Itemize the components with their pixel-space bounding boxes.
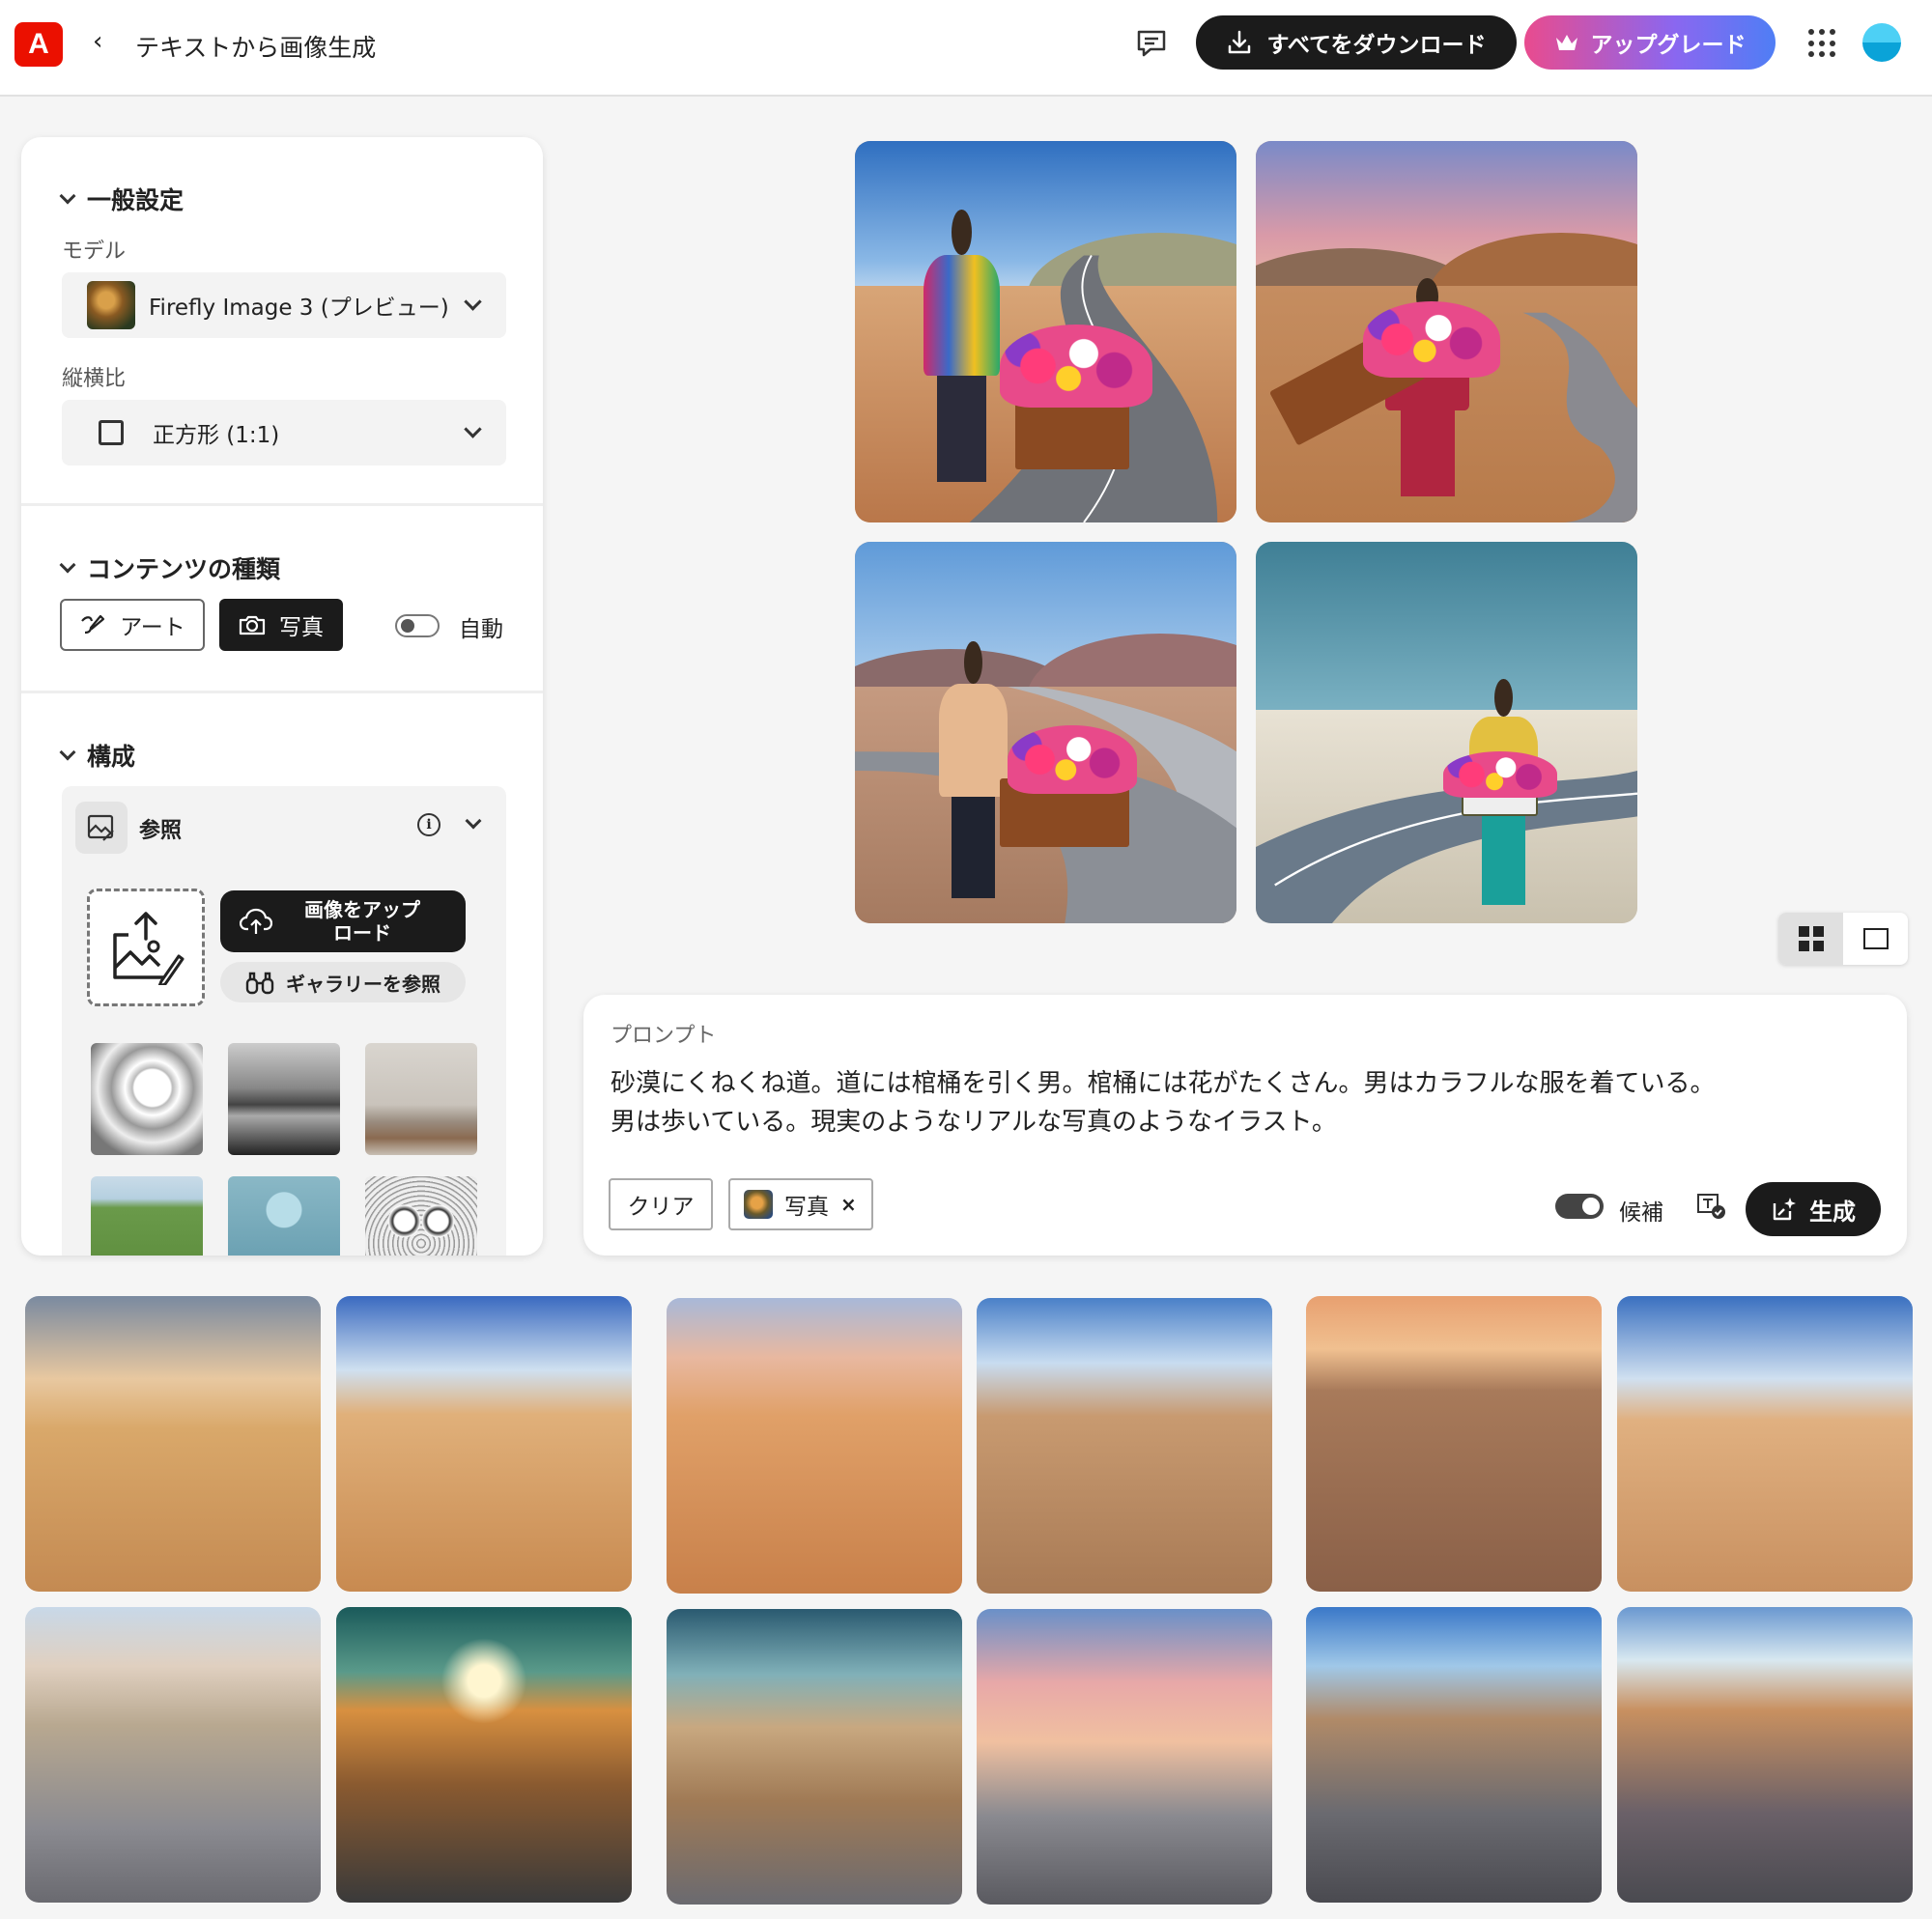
history-image-8[interactable] bbox=[336, 1607, 632, 1903]
feedback-chat-icon[interactable] bbox=[1135, 27, 1168, 60]
style-thumbnail bbox=[744, 1190, 773, 1219]
reference-thumbnail-living-room[interactable] bbox=[365, 1043, 477, 1155]
prompt-text[interactable]: 砂漠にくねくね道。道には棺桶を引く男。棺桶には花がたくさん。男はカラフルな服を着… bbox=[611, 1064, 1866, 1142]
image-upload-icon bbox=[113, 912, 185, 985]
adobe-logo-icon[interactable]: A bbox=[14, 22, 63, 67]
reference-image-icon bbox=[75, 802, 128, 854]
result-image-2[interactable] bbox=[1256, 141, 1637, 522]
grid-view-button[interactable] bbox=[1778, 913, 1843, 965]
chevron-down-icon bbox=[464, 293, 482, 311]
chevron-down-icon bbox=[59, 556, 76, 574]
auto-toggle[interactable] bbox=[395, 614, 440, 637]
aspect-ratio-value: 正方形 (1:1) bbox=[153, 423, 280, 448]
upgrade-button[interactable]: アップグレード bbox=[1524, 15, 1776, 70]
close-icon[interactable]: × bbox=[840, 1193, 857, 1216]
chevron-down-icon[interactable] bbox=[465, 812, 482, 830]
history-image-11[interactable] bbox=[1306, 1607, 1602, 1903]
page-title: テキストから画像生成 bbox=[135, 34, 377, 62]
general-settings-title: 一般設定 bbox=[87, 186, 185, 214]
photo-chip-label: 写真 bbox=[784, 1195, 829, 1220]
photo-style-chip[interactable]: 写真 × bbox=[728, 1178, 873, 1230]
history-image-6[interactable] bbox=[1617, 1296, 1913, 1592]
photo-button[interactable]: 写真 bbox=[219, 599, 343, 651]
avatar[interactable] bbox=[1862, 23, 1901, 62]
single-view-button[interactable] bbox=[1843, 913, 1908, 965]
brush-icon bbox=[81, 614, 105, 635]
model-select[interactable]: Firefly Image 3 (プレビュー) bbox=[62, 272, 506, 338]
model-label: モデル bbox=[62, 240, 127, 264]
history-image-2[interactable] bbox=[336, 1296, 632, 1592]
result-image-4[interactable] bbox=[1256, 542, 1637, 923]
result-image-1[interactable] bbox=[855, 141, 1236, 522]
upload-label: 画像をアップ ロード bbox=[304, 898, 420, 945]
result-image-3[interactable] bbox=[855, 542, 1236, 923]
history-image-4[interactable] bbox=[977, 1298, 1272, 1594]
art-button[interactable]: アート bbox=[60, 599, 205, 651]
cloud-upload-icon bbox=[240, 908, 272, 934]
aspect-ratio-select[interactable]: 正方形 (1:1) bbox=[62, 400, 506, 466]
download-all-button[interactable]: すべてをダウンロード bbox=[1196, 15, 1517, 70]
image-drop-zone[interactable] bbox=[87, 889, 205, 1006]
view-mode-toggle bbox=[1778, 913, 1908, 965]
upgrade-label: アップグレード bbox=[1590, 33, 1747, 58]
general-settings-section: 一般設定 モデル Firefly Image 3 (プレビュー) 縦横比 正方形… bbox=[21, 137, 543, 506]
download-icon bbox=[1229, 30, 1251, 54]
reference-thumbnail-owl-sketch[interactable] bbox=[365, 1176, 477, 1256]
history-image-7[interactable] bbox=[25, 1607, 321, 1903]
top-bar: A ‹ テキストから画像生成 すべてをダウンロード アップグレード bbox=[0, 0, 1932, 97]
candidates-label: 候補 bbox=[1619, 1200, 1663, 1226]
prompt-label: プロンプト bbox=[611, 1024, 717, 1048]
art-label: アート bbox=[120, 615, 185, 640]
reference-thumbnail-field-road[interactable] bbox=[91, 1176, 203, 1256]
text-check-icon[interactable] bbox=[1696, 1192, 1727, 1221]
reference-thumbnail-3d-sphere[interactable] bbox=[228, 1176, 340, 1256]
history-image-3[interactable] bbox=[667, 1298, 962, 1594]
history-image-9[interactable] bbox=[667, 1609, 962, 1905]
grid-icon bbox=[1798, 926, 1824, 951]
generate-sparkle-icon bbox=[1773, 1198, 1796, 1221]
composition-title: 構成 bbox=[87, 743, 136, 771]
chevron-down-icon bbox=[59, 187, 76, 205]
content-type-header[interactable]: コンテンツの種類 bbox=[59, 550, 281, 585]
browse-gallery-label: ギャラリーを参照 bbox=[286, 972, 440, 996]
general-settings-header[interactable]: 一般設定 bbox=[59, 182, 185, 216]
single-image-icon bbox=[1862, 928, 1889, 949]
reference-thumbnail-misty-lake[interactable] bbox=[228, 1043, 340, 1155]
history-image-10[interactable] bbox=[977, 1609, 1272, 1905]
content-type-title: コンテンツの種類 bbox=[87, 555, 281, 583]
aspect-ratio-label: 縦横比 bbox=[62, 367, 127, 391]
model-thumbnail bbox=[87, 281, 135, 329]
prompt-box: プロンプト 砂漠にくねくね道。道には棺桶を引く男。棺桶には花がたくさん。男はカラ… bbox=[583, 995, 1907, 1256]
content-type-section: コンテンツの種類 アート 写真 自動 bbox=[21, 506, 543, 693]
photo-label: 写真 bbox=[279, 615, 324, 640]
composition-header[interactable]: 構成 bbox=[59, 738, 136, 773]
generate-button[interactable]: 生成 bbox=[1746, 1182, 1881, 1236]
camera-icon bbox=[239, 615, 266, 635]
reference-box: 参照 i 画像をアップ ロード ギャラリーを参照 bbox=[62, 786, 506, 1256]
download-all-label: すべてをダウンロード bbox=[1266, 33, 1487, 58]
reference-thumbnail-bird-sketch[interactable] bbox=[91, 1043, 203, 1155]
apps-grid-icon[interactable] bbox=[1808, 29, 1837, 58]
auto-label: 自動 bbox=[459, 617, 503, 642]
binoculars-icon bbox=[245, 972, 274, 995]
history-image-1[interactable] bbox=[25, 1296, 321, 1592]
candidates-toggle[interactable] bbox=[1555, 1194, 1604, 1219]
info-icon[interactable]: i bbox=[417, 813, 440, 836]
generate-label: 生成 bbox=[1809, 1198, 1856, 1226]
clear-button[interactable]: クリア bbox=[609, 1178, 713, 1230]
square-icon bbox=[99, 420, 124, 445]
chevron-down-icon bbox=[464, 420, 482, 438]
chevron-down-icon bbox=[59, 744, 76, 761]
history-image-5[interactable] bbox=[1306, 1296, 1602, 1592]
back-chevron-icon[interactable]: ‹ bbox=[93, 27, 102, 56]
browse-gallery-button[interactable]: ギャラリーを参照 bbox=[220, 962, 466, 1002]
settings-panel: 一般設定 モデル Firefly Image 3 (プレビュー) 縦横比 正方形… bbox=[21, 137, 543, 1256]
upload-image-button[interactable]: 画像をアップ ロード bbox=[220, 890, 466, 952]
crown-icon bbox=[1555, 35, 1577, 50]
history-image-12[interactable] bbox=[1617, 1607, 1913, 1903]
model-value: Firefly Image 3 (プレビュー) bbox=[149, 296, 449, 321]
reference-label: 参照 bbox=[139, 819, 183, 843]
